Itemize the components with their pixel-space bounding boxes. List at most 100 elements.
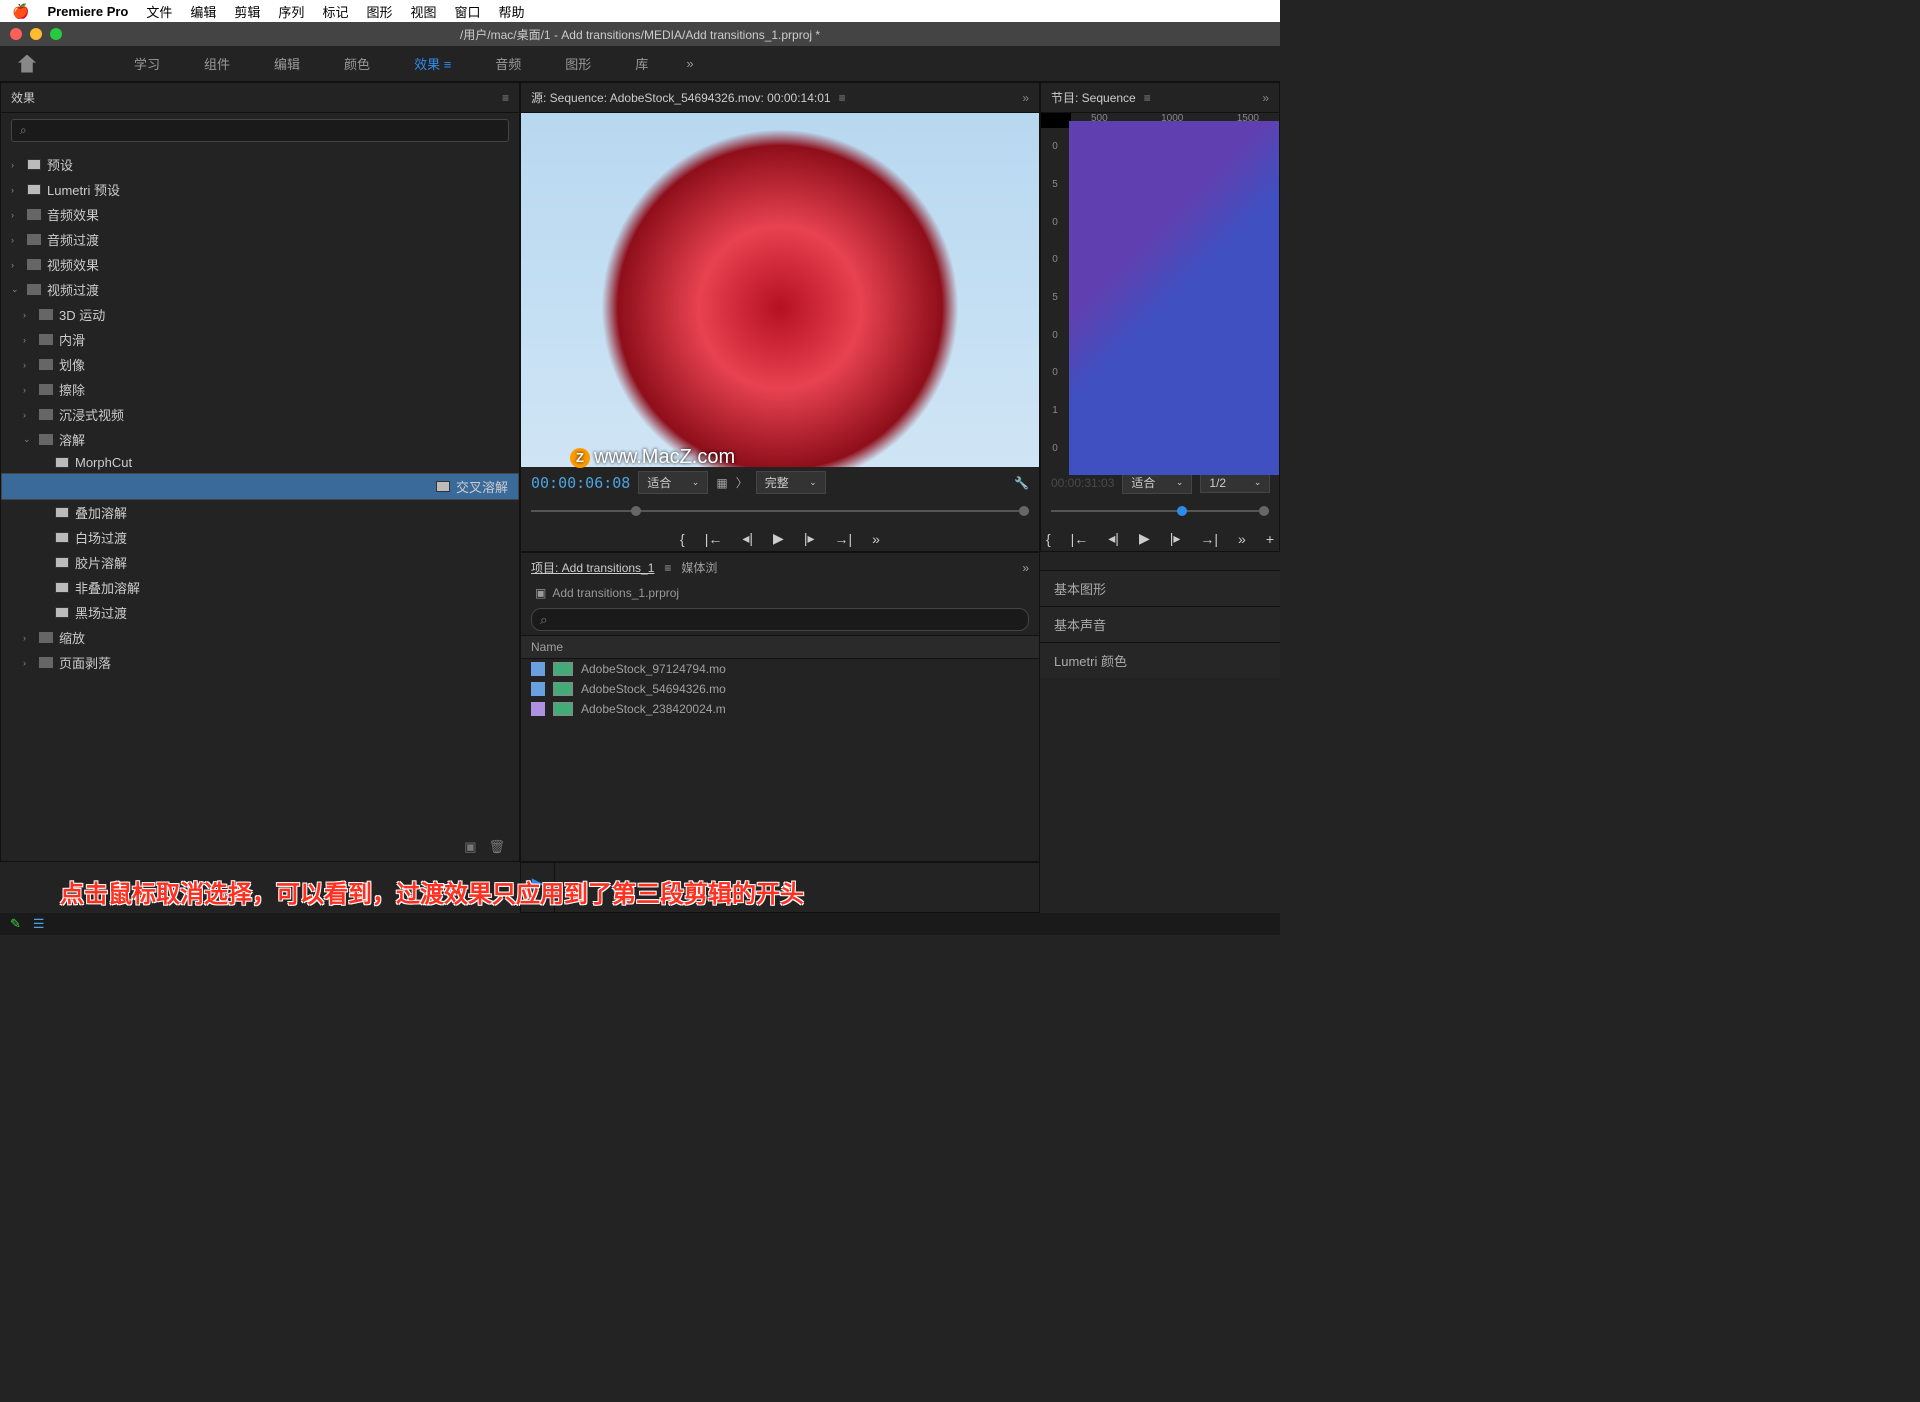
source-scrubber[interactable] — [531, 500, 1029, 524]
close-window-icon[interactable] — [10, 28, 22, 40]
project-item[interactable]: AdobeStock_54694326.mo — [521, 679, 1039, 699]
settings-icon[interactable]: ▦ — [716, 476, 727, 490]
timecode-hidden: 00:00:31:03 — [1051, 476, 1114, 490]
effects-tree-item[interactable]: 非叠加溶解 — [1, 575, 519, 600]
effects-tree-item[interactable]: ⌄溶解 — [1, 427, 519, 452]
effects-tree-item[interactable]: ›划像 — [1, 352, 519, 377]
effects-tree-item[interactable]: ›缩放 — [1, 625, 519, 650]
effects-tree-item[interactable]: ›预设 — [1, 152, 519, 177]
mark-in-icon[interactable]: { — [680, 531, 685, 547]
workspace-overflow-icon[interactable]: » — [686, 56, 693, 71]
minimize-window-icon[interactable] — [30, 28, 42, 40]
delete-icon[interactable]: 🗑 — [488, 839, 505, 855]
project-item[interactable]: AdobeStock_97124794.mo — [521, 659, 1039, 679]
panel-more-icon[interactable]: » — [1262, 91, 1269, 105]
go-out-icon[interactable]: →| — [1200, 531, 1218, 547]
step-back-icon[interactable]: ◂| — [1108, 530, 1119, 547]
project-tab[interactable]: 项目: Add transitions_1 — [531, 559, 654, 576]
list-icon[interactable]: ☰ — [33, 916, 45, 932]
maximize-window-icon[interactable] — [50, 28, 62, 40]
panel-menu-icon[interactable]: ≡ — [1144, 91, 1151, 105]
app-name[interactable]: Premiere Pro — [47, 4, 128, 19]
source-title: 源: Sequence: AdobeStock_54694326.mov: 00… — [531, 89, 831, 106]
effects-tree-item[interactable]: ›擦除 — [1, 377, 519, 402]
source-preview[interactable] — [521, 113, 1039, 467]
project-item[interactable]: AdobeStock_238420024.m — [521, 699, 1039, 719]
source-quality-select[interactable]: 完整⌄ — [756, 471, 826, 494]
bin-icon: ▣ — [535, 586, 546, 600]
go-out-icon[interactable]: →| — [835, 531, 853, 547]
more-icon[interactable]: » — [872, 531, 880, 547]
workspace-tab[interactable]: 音频 — [477, 48, 539, 79]
mark-in-icon[interactable]: { — [1046, 531, 1051, 547]
menu-graphics[interactable]: 图形 — [366, 2, 392, 21]
effects-tree-item[interactable]: ›音频过渡 — [1, 227, 519, 252]
workspace-tab[interactable]: 效果 ≡ — [396, 48, 469, 79]
effects-tree-item[interactable]: 黑场过渡 — [1, 600, 519, 625]
wrench-icon[interactable]: 🔧 — [1014, 476, 1029, 490]
wrench-icon[interactable]: 🔧 — [1278, 476, 1280, 490]
effects-tree-item[interactable]: ›音频效果 — [1, 202, 519, 227]
program-preview[interactable]: 50010001500 050050010 — [1041, 113, 1279, 467]
panel-menu-icon[interactable]: ≡ — [502, 91, 509, 105]
apple-icon[interactable]: 🍎 — [12, 3, 29, 20]
source-panel: 源: Sequence: AdobeStock_54694326.mov: 00… — [520, 82, 1040, 552]
effects-search[interactable]: ⌕ — [11, 119, 509, 142]
panel-more-icon[interactable]: » — [1022, 561, 1029, 575]
menu-window[interactable]: 窗口 — [454, 2, 480, 21]
project-path: Add transitions_1.prproj — [552, 586, 679, 600]
program-scrubber[interactable] — [1051, 500, 1269, 524]
panel-menu-icon[interactable]: ≡ — [839, 91, 846, 105]
new-bin-icon[interactable]: ▣ — [464, 839, 476, 855]
project-panel: 项目: Add transitions_1 ≡ 媒体浏 » ▣ Add trans… — [520, 552, 1040, 862]
effects-tree-item[interactable]: 交叉溶解 — [1, 473, 519, 500]
menu-edit[interactable]: 编辑 — [190, 2, 216, 21]
effects-tree-item[interactable]: ›沉浸式视频 — [1, 402, 519, 427]
effects-tree-item[interactable]: ›Lumetri 预设 — [1, 177, 519, 202]
effects-panel: 效果 ≡ ⌕ ›预设›Lumetri 预设›音频效果›音频过渡›视频效果⌄视频过… — [0, 82, 520, 862]
project-search[interactable] — [531, 608, 1029, 631]
step-back-icon[interactable]: ◂| — [742, 530, 753, 547]
step-fwd-icon[interactable]: |▸ — [804, 530, 815, 547]
menu-file[interactable]: 文件 — [146, 2, 172, 21]
source-timecode[interactable]: 00:00:06:08 — [531, 474, 630, 492]
source-zoom-select[interactable]: 适合⌄ — [638, 471, 708, 494]
workspace-bar: 学习组件编辑颜色效果 ≡ 音频图形库 » — [0, 46, 1280, 82]
effects-tree-item[interactable]: MorphCut — [1, 452, 519, 473]
workspace-tab[interactable]: 编辑 — [256, 48, 318, 79]
more-icon[interactable]: » — [1238, 531, 1246, 547]
effects-tree-item[interactable]: 白场过渡 — [1, 525, 519, 550]
media-browser-tab[interactable]: 媒体浏 — [681, 559, 717, 576]
workspace-tab[interactable]: 学习 — [116, 48, 178, 79]
workspace-tab[interactable]: 颜色 — [326, 48, 388, 79]
panel-more-icon[interactable]: » — [1022, 91, 1029, 105]
home-icon[interactable] — [18, 55, 36, 73]
panel-menu-icon[interactable]: ≡ — [664, 561, 671, 575]
go-in-icon[interactable]: |← — [705, 531, 723, 547]
add-icon[interactable]: + — [1266, 531, 1274, 547]
play-icon[interactable]: ▶ — [1139, 530, 1150, 547]
effects-tree-item[interactable]: ›内滑 — [1, 327, 519, 352]
menu-sequence[interactable]: 序列 — [278, 2, 304, 21]
program-title: 节目: Sequence — [1051, 89, 1136, 106]
effects-tree-item[interactable]: ⌄视频过渡 — [1, 277, 519, 302]
pencil-icon[interactable]: ✎ — [10, 916, 21, 932]
window-titlebar: /用户/mac/桌面/1 - Add transitions/MEDIA/Add… — [0, 22, 1280, 46]
menu-marker[interactable]: 标记 — [322, 2, 348, 21]
go-in-icon[interactable]: |← — [1071, 531, 1089, 547]
workspace-tab[interactable]: 图形 — [547, 48, 609, 79]
effects-tree-item[interactable]: ›页面剥落 — [1, 650, 519, 675]
play-icon[interactable]: ▶ — [773, 530, 784, 547]
workspace-tab[interactable]: 组件 — [186, 48, 248, 79]
step-fwd-icon[interactable]: |▸ — [1170, 530, 1181, 547]
program-res-select[interactable]: 1/2⌄ — [1200, 473, 1270, 493]
workspace-tab[interactable]: 库 — [617, 48, 666, 79]
effects-tree-item[interactable]: 叠加溶解 — [1, 500, 519, 525]
effects-tree-item[interactable]: ›3D 运动 — [1, 302, 519, 327]
menu-clip[interactable]: 剪辑 — [234, 2, 260, 21]
menu-help[interactable]: 帮助 — [499, 2, 525, 21]
column-name[interactable]: Name — [521, 635, 1039, 659]
menu-view[interactable]: 视图 — [410, 2, 436, 21]
effects-tree-item[interactable]: ›视频效果 — [1, 252, 519, 277]
effects-tree-item[interactable]: 胶片溶解 — [1, 550, 519, 575]
